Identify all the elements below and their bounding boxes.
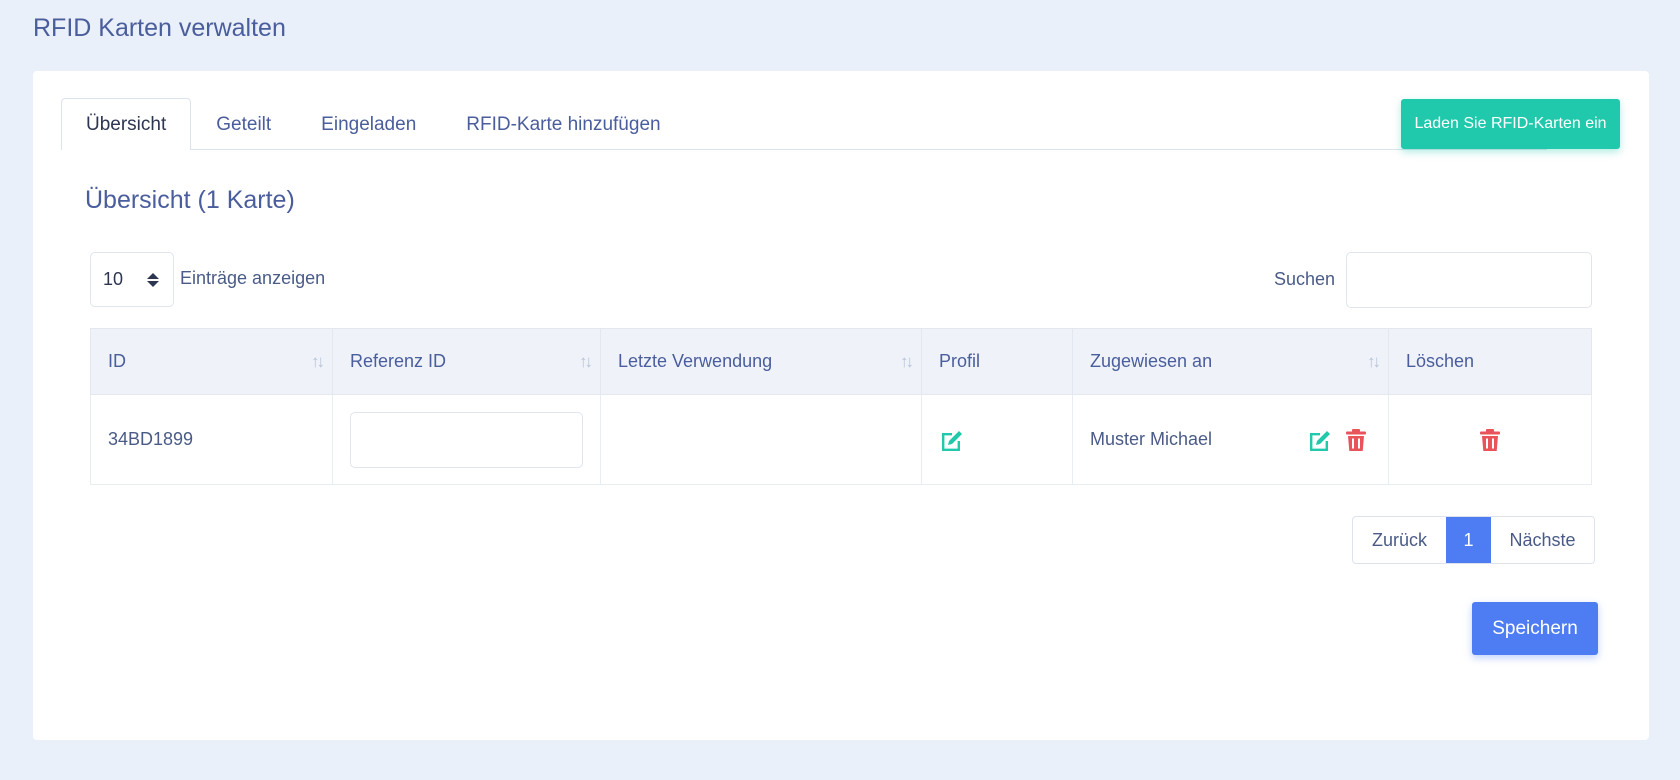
table-header-row: ID ↑↓ Referenz ID ↑↓ Letzte Verwendung ↑… (90, 328, 1592, 395)
pagination-page-button[interactable]: 1 (1446, 517, 1491, 563)
entries-length-label: Einträge anzeigen (180, 268, 326, 288)
column-header-id[interactable]: ID ↑↓ (90, 328, 333, 395)
save-button[interactable]: Speichern (1472, 602, 1598, 655)
sort-icon: ↑↓ (1367, 351, 1381, 371)
table-row: 34BD1899 Muster Michael (90, 394, 1592, 485)
sort-icon: ↑↓ (579, 351, 593, 371)
cell-assigned-to: Muster Michael (1072, 394, 1389, 485)
sort-icon: ↑↓ (900, 351, 914, 371)
cell-profile (921, 394, 1073, 485)
column-header-profile: Profil (921, 328, 1073, 395)
search-input[interactable] (1346, 252, 1592, 308)
section-title: Übersicht (1 Karte) (85, 186, 295, 214)
cell-delete (1388, 394, 1592, 485)
tab-overview[interactable]: Übersicht (61, 98, 192, 150)
entries-length-value: 10 (103, 269, 124, 289)
column-header-last-used[interactable]: Letzte Verwendung ↑↓ (600, 328, 922, 395)
main-card: Übersicht Geteilt Eingeladen RFID-Karte … (33, 71, 1649, 740)
tab-add-rfid-card[interactable]: RFID-Karte hinzufügen (441, 99, 685, 150)
cell-reference-id (332, 394, 601, 485)
cell-last-used (600, 394, 922, 485)
entries-length-select[interactable]: 10 (90, 252, 174, 307)
tab-bar: Übersicht Geteilt Eingeladen RFID-Karte … (61, 98, 1547, 150)
rfid-table: ID ↑↓ Referenz ID ↑↓ Letzte Verwendung ↑… (90, 328, 1592, 485)
tab-invited[interactable]: Eingeladen (296, 99, 441, 150)
tab-shared[interactable]: Geteilt (191, 99, 296, 150)
load-rfid-cards-button[interactable]: Laden Sie RFID-Karten ein (1401, 99, 1620, 149)
edit-icon[interactable] (939, 427, 965, 453)
page-title: RFID Karten verwalten (33, 14, 286, 42)
column-header-delete: Löschen (1388, 328, 1592, 395)
column-header-assigned-to[interactable]: Zugewiesen an ↑↓ (1072, 328, 1389, 395)
cell-id: 34BD1899 (90, 394, 333, 485)
reference-id-input[interactable] (350, 411, 583, 468)
pagination: Zurück 1 Nächste (1352, 516, 1595, 564)
trash-icon[interactable] (1477, 427, 1503, 453)
pagination-prev-button[interactable]: Zurück (1353, 517, 1446, 563)
column-header-reference-id[interactable]: Referenz ID ↑↓ (332, 328, 601, 395)
search-label: Suchen (1274, 269, 1336, 289)
trash-icon[interactable] (1343, 427, 1369, 453)
select-arrows-icon (147, 272, 159, 287)
pagination-next-button[interactable]: Nächste (1491, 517, 1594, 563)
sort-icon: ↑↓ (311, 351, 325, 371)
edit-icon[interactable] (1307, 427, 1333, 453)
assigned-user-name: Muster Michael (1090, 429, 1213, 449)
